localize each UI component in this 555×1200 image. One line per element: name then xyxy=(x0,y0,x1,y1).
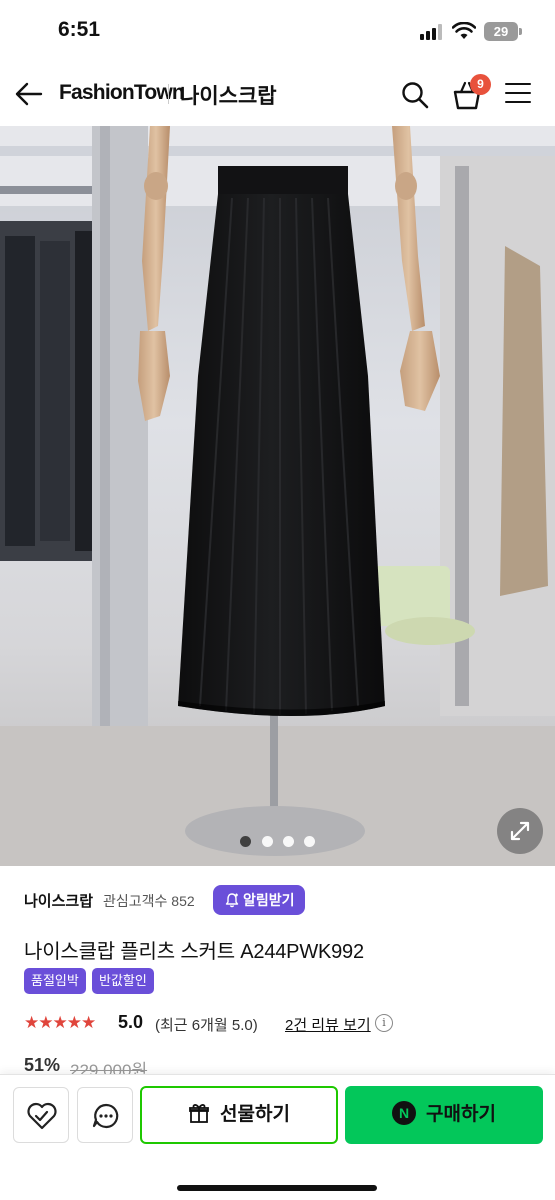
info-icon[interactable]: i xyxy=(375,1014,393,1032)
gallery-dot[interactable] xyxy=(240,836,251,847)
brand-logo[interactable]: FashionTown xyxy=(59,81,185,105)
cart-count-badge: 9 xyxy=(470,74,491,95)
product-page: 6:51 29 FashionTown 나이스크랍 9 나이스크랍 관심고객수 … xyxy=(0,0,555,1200)
gallery-dot[interactable] xyxy=(283,836,294,847)
chat-bubble-icon xyxy=(92,1103,119,1129)
cellular-signal-icon xyxy=(420,24,444,40)
back-arrow-icon[interactable] xyxy=(14,80,44,108)
product-image[interactable] xyxy=(0,126,555,866)
hamburger-menu-icon[interactable] xyxy=(505,82,533,106)
gift-button[interactable]: 선물하기 xyxy=(140,1086,338,1144)
battery-indicator: 29 xyxy=(484,22,522,41)
header-divider xyxy=(168,84,169,104)
badge-half-price: 반값할인 xyxy=(92,968,154,994)
home-indicator[interactable] xyxy=(177,1185,377,1191)
followers-count: 관심고객수 852 xyxy=(103,893,195,909)
alarm-label: 알림받기 xyxy=(243,892,295,908)
buy-button[interactable]: N 구매하기 xyxy=(345,1086,543,1144)
wifi-icon xyxy=(452,22,476,39)
gallery-dot[interactable] xyxy=(304,836,315,847)
inquiry-button[interactable] xyxy=(77,1087,133,1143)
rating-stars: ★★★★★ xyxy=(24,1013,96,1032)
badge-low-stock: 품절임박 xyxy=(24,968,86,994)
gallery-dot[interactable] xyxy=(262,836,273,847)
store-name[interactable]: 나이스크랍 xyxy=(24,890,93,911)
buy-label: 구매하기 xyxy=(426,1104,496,1125)
naver-pay-logo: N xyxy=(392,1100,417,1125)
header-store-name[interactable]: 나이스크랍 xyxy=(180,80,277,110)
status-time: 6:51 xyxy=(58,18,101,41)
status-bar: 6:51 29 xyxy=(0,0,555,62)
discount-rate: 51% xyxy=(24,1055,61,1075)
expand-image-button[interactable] xyxy=(497,808,543,854)
app-header: FashionTown 나이스크랍 9 xyxy=(0,62,555,126)
rating-score: 5.0 xyxy=(118,1012,144,1032)
gift-label: 선물하기 xyxy=(220,1104,290,1125)
search-icon[interactable] xyxy=(400,80,430,110)
bottom-action-bar: 선물하기 N 구매하기 xyxy=(0,1074,555,1200)
wishlist-button[interactable] xyxy=(13,1087,69,1143)
rating-recent: (최근 6개월 5.0) xyxy=(155,1017,258,1034)
bell-icon xyxy=(225,893,239,908)
gift-icon xyxy=(189,1104,209,1123)
product-title: 나이스클랍 플리츠 스커트 A244PWK992 xyxy=(24,941,364,963)
heart-check-icon xyxy=(27,1102,57,1130)
rating-row: ★★★★★ 5.0 (최근 6개월 5.0) 2건 리뷰 보기 i xyxy=(24,1012,544,1034)
product-photo-illustration xyxy=(0,126,555,866)
expand-arrows-icon xyxy=(510,821,530,841)
review-link[interactable]: 2건 리뷰 보기 xyxy=(285,1014,371,1035)
alarm-subscribe-button[interactable]: 알림받기 xyxy=(213,885,305,915)
